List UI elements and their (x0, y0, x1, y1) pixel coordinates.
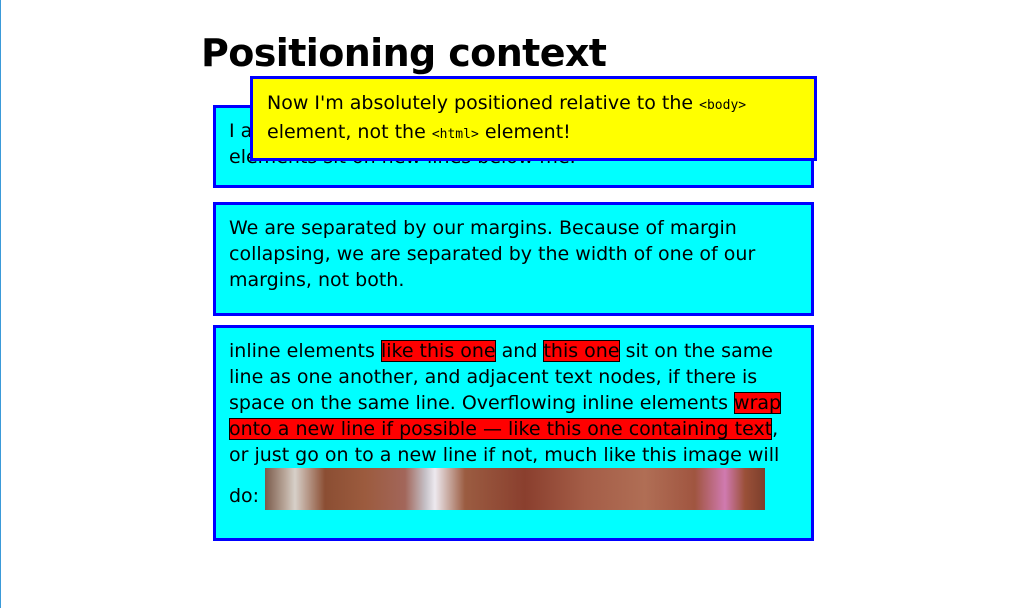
margins-paragraph: We are separated by our margins. Because… (213, 202, 814, 316)
inline-span-this-one: this one (543, 340, 620, 362)
positioned-text-1: Now I'm absolutely positioned relative t… (267, 92, 700, 114)
inline-image (265, 468, 766, 510)
positioned-text-2: element, not the (267, 121, 432, 143)
inline-elements-paragraph: inline elements like this one and this o… (213, 325, 814, 541)
inline-text-2: and (495, 340, 544, 362)
viewport-left-border (0, 0, 1, 608)
body-code: <body> (699, 98, 747, 113)
margins-text: We are separated by our margins. Because… (229, 217, 756, 291)
absolutely-positioned-paragraph: Now I'm absolutely positioned relative t… (250, 76, 817, 161)
inline-span-like-this-one: like this one (380, 340, 496, 362)
html-code: <html> (431, 127, 479, 142)
inline-text-1: inline elements (229, 340, 381, 362)
positioned-text-3: element! (478, 121, 571, 143)
page-heading: Positioning context (201, 31, 607, 75)
